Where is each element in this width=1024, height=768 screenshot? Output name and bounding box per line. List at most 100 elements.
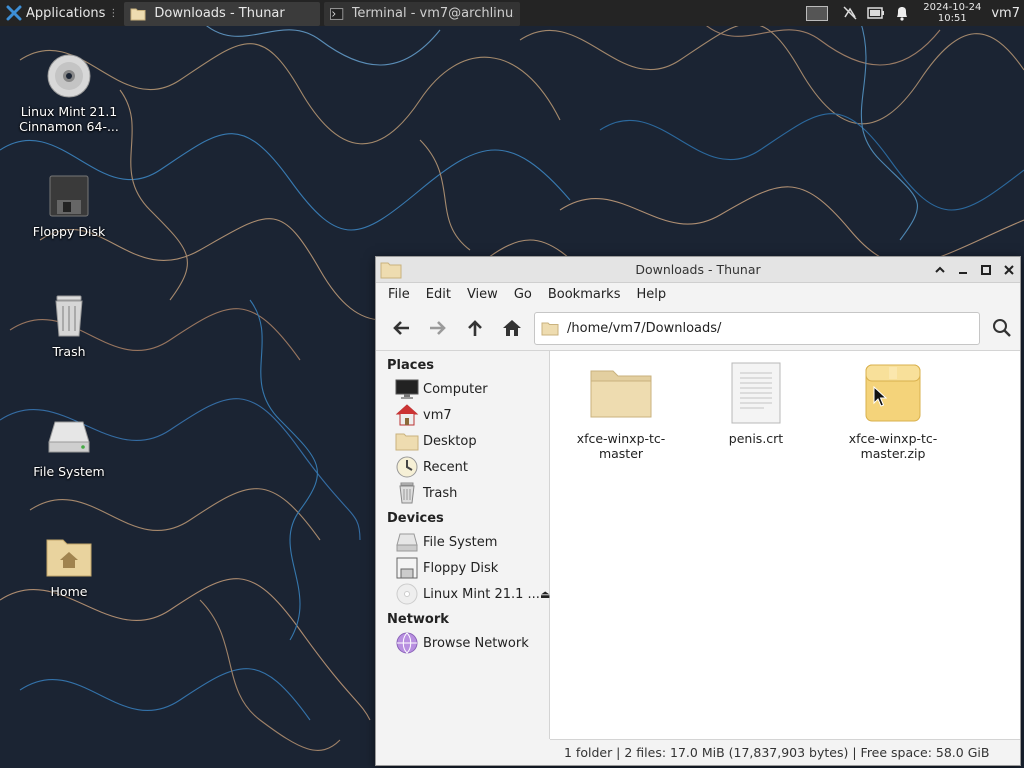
sidebar-item-desktop[interactable]: Desktop	[376, 428, 549, 454]
home-folder-icon	[46, 539, 92, 577]
search-button[interactable]	[986, 312, 1018, 344]
sidebar-item-computer[interactable]: Computer	[376, 376, 549, 402]
mouse-cursor-icon	[873, 386, 887, 407]
status-bar: 1 folder | 2 files: 17.0 MiB (17,837,903…	[550, 739, 1020, 765]
minimize-icon	[958, 271, 967, 274]
workspace-1[interactable]	[806, 5, 829, 21]
workspace-switcher[interactable]	[797, 0, 837, 26]
optical-disc-icon	[47, 54, 91, 98]
sidebar-item-linux-mint-disc[interactable]: Linux Mint 21.1 ... ⏏	[376, 581, 550, 607]
desktop-icon-linux-mint-disc[interactable]: Linux Mint 21.1 Cinnamon 64-...	[19, 52, 119, 134]
back-button[interactable]	[382, 312, 419, 344]
xfce-logo-icon	[6, 5, 22, 21]
file-view[interactable]: xfce-winxp-tc-master penis.crt xfce-winx…	[550, 351, 1020, 739]
clock-icon	[396, 456, 418, 478]
floppy-disk-icon	[49, 175, 89, 217]
arrow-up-icon	[467, 320, 482, 336]
thunar-window: Downloads - Thunar File Edit View Go Boo…	[375, 256, 1021, 766]
optical-disc-icon	[396, 583, 418, 605]
top-panel: Applications ⋮ Downloads - Thunar Termin…	[0, 0, 1024, 26]
menubar: File Edit View Go Bookmarks Help	[376, 283, 1020, 307]
battery-icon[interactable]	[863, 0, 889, 26]
close-button[interactable]	[997, 258, 1020, 282]
network-globe-icon	[396, 632, 418, 654]
folder-icon	[380, 262, 402, 278]
taskbar-item-label: Terminal - vm7@archlinux:~...	[351, 6, 515, 21]
separator-icon: ⋮	[108, 7, 119, 19]
sidebar-item-recent[interactable]: Recent	[376, 454, 549, 480]
maximize-icon	[980, 264, 991, 275]
folder-icon	[541, 322, 559, 335]
toolbar: /home/vm7/Downloads/	[376, 307, 1020, 349]
menu-help[interactable]: Help	[628, 283, 674, 307]
window-titlebar[interactable]: Downloads - Thunar	[376, 257, 1020, 283]
menu-bookmarks[interactable]: Bookmarks	[540, 283, 629, 307]
menu-file[interactable]: File	[380, 283, 418, 307]
sidebar-item-browse-network[interactable]: Browse Network	[376, 630, 549, 656]
clock-time: 10:51	[937, 13, 967, 24]
sidebar-item-label: Floppy Disk	[423, 560, 499, 576]
window-title: Downloads - Thunar	[635, 262, 761, 277]
location-bar[interactable]: /home/vm7/Downloads/	[534, 311, 980, 345]
user-menu[interactable]: vm7	[989, 0, 1024, 26]
sidebar-item-label: Linux Mint 21.1 ...	[423, 586, 540, 602]
sidebar-item-label: Desktop	[423, 433, 477, 449]
computer-icon	[395, 379, 419, 399]
sidebar-item-label: Browse Network	[423, 635, 529, 651]
desktop-icon-floppy-disk[interactable]: Floppy Disk	[19, 172, 119, 239]
sidebar-item-file-system[interactable]: File System	[376, 529, 549, 555]
desktop-icon-label: Linux Mint 21.1 Cinnamon 64-...	[19, 104, 119, 134]
close-icon	[1003, 264, 1014, 275]
sidebar-header-devices: Devices	[387, 511, 444, 526]
parent-folder-button[interactable]	[456, 312, 493, 344]
eject-icon[interactable]: ⏏	[540, 588, 550, 601]
menu-edit[interactable]: Edit	[418, 283, 459, 307]
applications-label: Applications	[26, 5, 106, 21]
desktop-icon-label: Trash	[52, 344, 86, 359]
sidebar-item-label: Computer	[423, 381, 488, 397]
hard-drive-icon	[48, 421, 90, 453]
maximize-button[interactable]	[974, 258, 997, 282]
shade-button[interactable]	[928, 258, 951, 282]
floppy-disk-icon	[396, 557, 418, 579]
menu-view[interactable]: View	[459, 283, 506, 307]
chevron-up-icon	[934, 266, 945, 273]
sidebar-item-label: Trash	[423, 485, 458, 501]
home-icon	[395, 404, 419, 426]
menu-go[interactable]: Go	[506, 283, 540, 307]
location-path: /home/vm7/Downloads/	[567, 320, 722, 336]
clock[interactable]: 2024-10-24 10:51	[915, 2, 989, 24]
home-icon	[502, 320, 521, 336]
desktop-icon-home[interactable]: Home	[19, 532, 119, 599]
sidebar-item-trash[interactable]: Trash	[376, 480, 549, 506]
taskbar-item-thunar[interactable]: Downloads - Thunar	[124, 1, 321, 26]
arrow-right-icon	[429, 321, 446, 335]
home-button[interactable]	[493, 312, 530, 344]
sidebar-header-places: Places	[387, 358, 435, 373]
sidebar-item-label: vm7	[423, 407, 452, 423]
file-item-label: penis.crt	[728, 431, 784, 446]
folder-icon	[130, 8, 146, 20]
side-pane: Places Computer vm7 Desktop Recent Trash	[376, 351, 550, 739]
file-item-archive[interactable]: xfce-winxp-tc-master.zip	[828, 361, 958, 461]
taskbar-item-terminal[interactable]: Terminal - vm7@archlinux:~...	[324, 1, 521, 26]
notification-bell-icon[interactable]	[889, 0, 915, 26]
sidebar-item-home[interactable]: vm7	[376, 402, 549, 428]
desktop-icon-label: File System	[33, 464, 105, 479]
file-item-folder[interactable]: xfce-winxp-tc-master	[556, 361, 686, 461]
window-content: Places Computer vm7 Desktop Recent Trash	[376, 350, 1020, 739]
folder-icon	[590, 370, 652, 418]
file-item-certificate[interactable]: penis.crt	[691, 361, 821, 446]
desktop-icon-trash[interactable]: Trash	[19, 292, 119, 359]
file-item-label: xfce-winxp-tc-master	[576, 431, 666, 461]
applications-menu-button[interactable]: Applications ⋮	[0, 0, 124, 26]
desktop-icon-file-system[interactable]: File System	[19, 412, 119, 479]
archive-icon	[865, 364, 921, 422]
desktop-icon-label: Floppy Disk	[32, 224, 106, 239]
sidebar-header-network: Network	[387, 612, 449, 627]
forward-button[interactable]	[419, 312, 456, 344]
arrow-left-icon	[392, 321, 409, 335]
sidebar-item-floppy-disk[interactable]: Floppy Disk	[376, 555, 549, 581]
minimize-button[interactable]	[951, 258, 974, 282]
network-disconnected-icon[interactable]	[837, 0, 863, 26]
